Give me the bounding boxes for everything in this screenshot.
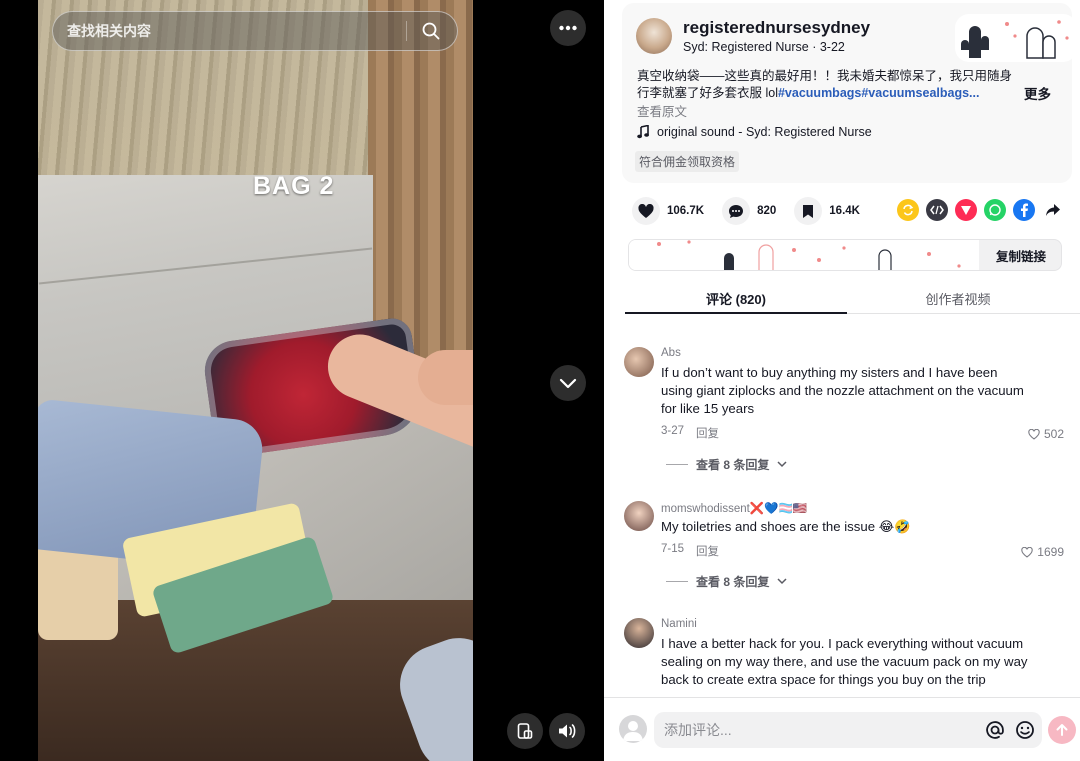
comment-like-count: 1699 [1037,545,1064,559]
video-frame[interactable]: BAG 2 [38,0,473,761]
whatsapp-icon[interactable] [984,199,1006,221]
music-note-icon [637,125,649,139]
save-action[interactable]: 16.4K [794,197,860,225]
view-replies-button[interactable]: 查看 8 条回复 [666,456,787,473]
author-avatar[interactable] [636,18,672,54]
search-icon[interactable] [417,17,445,45]
send-comment-button[interactable] [1048,716,1076,744]
divider [666,464,688,465]
link-bar-decoration [629,240,979,270]
comment-input-wrapper[interactable] [654,712,1042,748]
comment-item: Abs If u don’t want to buy anything my s… [624,347,1064,477]
tab-creator-videos[interactable]: 创作者视频 [847,280,1069,313]
comment-bubble-icon[interactable] [722,197,751,225]
chevron-down-icon [777,461,787,468]
arrow-up-icon [1056,724,1068,736]
heart-outline-icon [1028,428,1040,440]
copy-link-button[interactable]: 复制链接 [980,239,1062,271]
view-replies-label: 查看 8 条回复 [696,575,770,589]
chevron-down-icon [777,578,787,585]
save-count: 16.4K [829,205,860,217]
bookmark-icon[interactable] [794,197,823,225]
comment-action[interactable]: 820 [722,197,776,225]
view-replies-button[interactable]: 查看 8 条回复 [666,573,787,590]
commenter-avatar[interactable] [624,618,654,648]
comment-composer [604,697,1080,761]
reply-button[interactable]: 回复 [696,425,719,441]
comment-item: momswhodissent❌💙🏳️‍⚧️🇺🇸 My toiletries an… [624,501,1064,601]
view-replies-label: 查看 8 条回复 [696,458,770,472]
commenter-avatar[interactable] [624,347,654,377]
send-to-friends-icon[interactable] [955,199,977,221]
engagement-actions: 106.7K 820 16.4K [632,195,878,227]
mention-icon[interactable] [982,717,1008,743]
view-original-link[interactable]: 查看原文 [637,101,687,120]
video-search-input[interactable] [67,23,406,39]
commenter-name[interactable]: momswhodissent❌💙🏳️‍⚧️🇺🇸 [661,501,807,515]
author-username[interactable]: registerednursesydney [683,18,870,38]
reply-button[interactable]: 回复 [696,543,719,559]
cactus-sticker-decoration [955,14,1077,62]
comment-date: 7-15 [661,543,685,555]
share-arrow-icon[interactable] [1042,199,1064,221]
app: BAG 2 registerednursesydney Syd: Registe… [0,0,1080,761]
comment-text: If u don’t want to buy anything my siste… [661,365,1024,416]
comment-like-count: 502 [1043,427,1064,441]
author-meta: Syd: Registered Nurse · 3-22 [683,40,845,54]
video-pane[interactable]: BAG 2 [0,0,604,761]
heart-outline-icon [1021,546,1033,558]
video-overlay-text: BAG 2 [253,172,335,200]
commenter-name[interactable]: Namini [661,618,697,630]
speaker-icon [559,724,576,738]
heart-icon[interactable] [632,197,660,225]
comment-count: 820 [757,205,777,217]
comment-like[interactable]: 1699 [1021,545,1064,559]
video-scene-arm [418,350,473,405]
divider [666,581,688,582]
repost-icon[interactable] [897,199,919,221]
comment-item: Namini I have a better hack for you. I p… [624,618,1064,695]
comment-meta: 3-27 回复 [661,425,719,441]
comment-input[interactable] [654,722,982,738]
volume-button[interactable] [549,713,585,749]
my-avatar[interactable] [619,715,647,743]
tab-comments[interactable]: 评论 (820) [625,280,847,314]
pip-icon [517,723,533,739]
sound-title: original sound - Syd: Registered Nurse [657,125,872,139]
description-more-button[interactable]: 更多 [1024,83,1051,103]
comment-like[interactable]: 502 [1028,427,1064,441]
facebook-icon[interactable] [1013,199,1035,221]
commenter-name[interactable]: Abs [661,347,681,359]
ellipsis-icon [559,25,577,31]
next-video-button[interactable] [550,365,586,401]
comment-tabs: 评论 (820) 创作者视频 [625,280,1080,314]
comment-date: 3-27 [661,425,685,437]
sound-link[interactable]: original sound - Syd: Registered Nurse [637,125,872,139]
chevron-down-icon [559,378,577,389]
share-options [897,199,1064,221]
commission-badge: 符合佣金领取资格 [635,151,740,172]
comment-meta: 7-15 回复 [661,543,719,559]
emoji-icon[interactable] [1012,717,1038,743]
post-hashtags[interactable]: #vacuumbags#vacuumsealbags... [778,86,979,100]
like-count: 106.7K [667,205,705,217]
more-options-button[interactable] [550,10,586,46]
like-action[interactable]: 106.7K [632,197,704,225]
picture-in-picture-button[interactable] [507,713,543,749]
commenter-avatar[interactable] [624,501,654,531]
video-search-bar[interactable] [52,11,458,51]
comment-text: My toiletries and shoes are the issue 😂🤣 [661,519,911,534]
embed-icon[interactable] [926,199,948,221]
comment-text: I have a better hack for you. I pack eve… [661,636,1028,687]
post-description: 真空收纳袋——这些真的最好用！！我未婚夫都惊呆了，我只用随身行李就塞了好多套衣服… [637,68,1012,102]
search-divider [406,21,407,41]
comment-list[interactable]: Abs If u don’t want to buy anything my s… [604,315,1080,695]
